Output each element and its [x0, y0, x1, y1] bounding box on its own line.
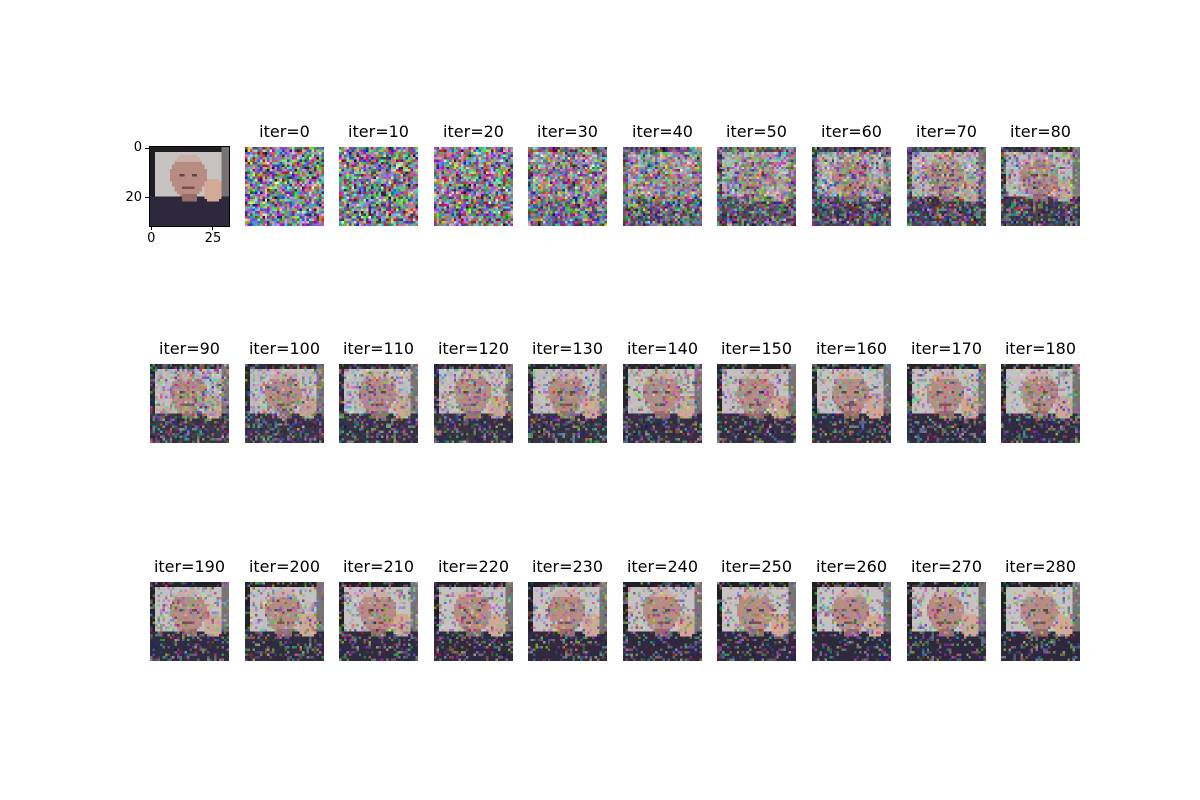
reconstruction-canvas — [907, 147, 986, 226]
reconstruction-image — [150, 364, 229, 443]
reconstruction-image — [717, 364, 796, 443]
x-tick-label: 25 — [204, 231, 222, 246]
reconstruction-image — [339, 147, 418, 226]
reconstruction-canvas — [150, 364, 229, 443]
reconstruction-image — [434, 582, 513, 661]
x-tick-label: 0 — [147, 231, 156, 246]
panel-title: iter=80 — [1010, 122, 1071, 141]
reconstruction-canvas — [528, 582, 607, 661]
reconstruction-image — [245, 364, 324, 443]
reconstruction-canvas — [339, 582, 418, 661]
panel-title: iter=180 — [1004, 339, 1077, 358]
reconstruction-image — [812, 147, 891, 226]
y-tick — [145, 147, 149, 149]
y-tick-label: 20 — [125, 189, 142, 205]
reconstruction-image — [339, 364, 418, 443]
reconstruction-canvas — [907, 582, 986, 661]
reconstruction-canvas — [717, 364, 796, 443]
reconstruction-canvas — [339, 147, 418, 226]
reconstruction-image — [1001, 582, 1080, 661]
reconstruction-canvas — [907, 364, 986, 443]
reconstruction-image — [1001, 364, 1080, 443]
reconstruction-canvas — [245, 582, 324, 661]
figure: 0 20 0 25 iter=0 iter=10 iter=20 iter=30 iter=40… — [0, 0, 1200, 800]
reconstruction-image — [245, 147, 324, 226]
reconstruction-canvas — [812, 364, 891, 443]
reconstruction-image — [339, 582, 418, 661]
reconstruction-canvas — [812, 582, 891, 661]
reconstruction-canvas — [245, 147, 324, 226]
reconstruction-canvas — [623, 364, 702, 443]
reconstruction-canvas — [528, 147, 607, 226]
reconstruction-canvas — [717, 147, 796, 226]
reconstruction-image — [623, 364, 702, 443]
x-tick — [212, 226, 214, 230]
reconstruction-image — [623, 147, 702, 226]
reconstruction-image — [245, 582, 324, 661]
reconstruction-image — [907, 582, 986, 661]
reconstruction-canvas — [150, 582, 229, 661]
reconstruction-canvas — [717, 582, 796, 661]
reconstruction-canvas — [339, 364, 418, 443]
original-image — [150, 147, 229, 226]
reconstruction-image — [528, 364, 607, 443]
original-image-axes: 0 20 0 25 — [125, 141, 230, 246]
reconstruction-canvas — [245, 364, 324, 443]
reconstruction-canvas — [434, 364, 513, 443]
reconstruction-image — [623, 582, 702, 661]
reconstruction-image — [717, 582, 796, 661]
reconstruction-image — [434, 147, 513, 226]
reconstruction-image — [812, 582, 891, 661]
reconstruction-canvas — [1001, 364, 1080, 443]
panel-title: iter=280 — [1004, 557, 1077, 576]
reconstruction-image — [1001, 147, 1080, 226]
reconstruction-image — [907, 147, 986, 226]
reconstruction-image — [528, 582, 607, 661]
y-tick — [145, 197, 149, 199]
reconstruction-canvas — [623, 582, 702, 661]
reconstruction-image — [528, 147, 607, 226]
reconstruction-image — [434, 364, 513, 443]
reconstruction-canvas — [1001, 582, 1080, 661]
y-tick-label: 0 — [133, 140, 142, 156]
reconstruction-canvas — [434, 147, 513, 226]
reconstruction-image — [907, 364, 986, 443]
reconstruction-canvas — [812, 147, 891, 226]
reconstruction-canvas — [623, 147, 702, 226]
reconstruction-canvas — [528, 364, 607, 443]
reconstruction-canvas — [434, 582, 513, 661]
x-tick — [150, 226, 152, 230]
reconstruction-canvas — [1001, 147, 1080, 226]
reconstruction-image — [812, 364, 891, 443]
reconstruction-image — [717, 147, 796, 226]
reconstruction-image — [150, 582, 229, 661]
